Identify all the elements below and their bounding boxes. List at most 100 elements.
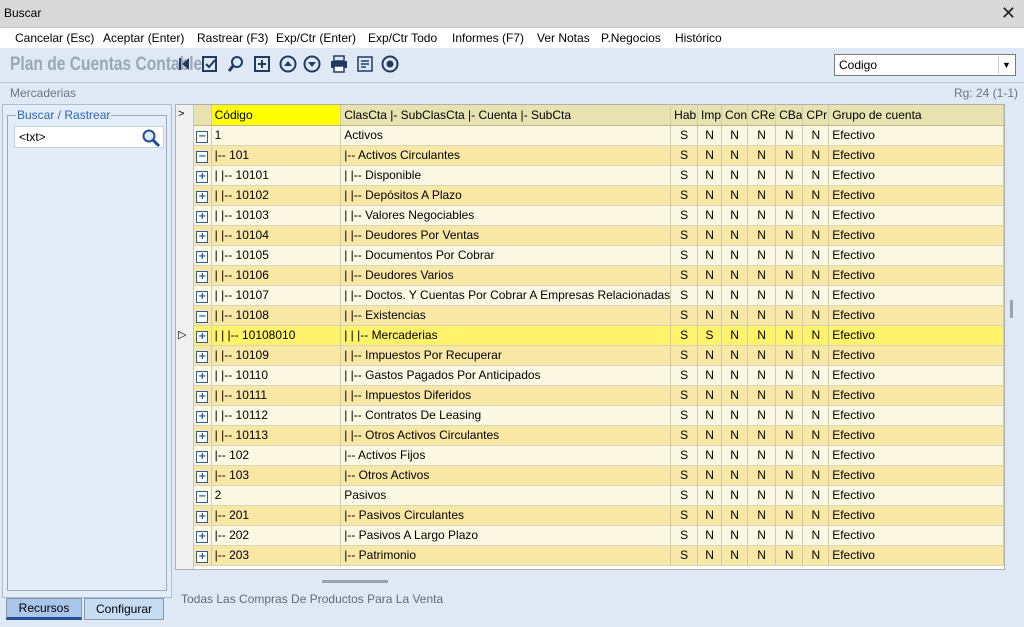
expander-cell[interactable]: + bbox=[194, 505, 212, 526]
expand-icon[interactable]: + bbox=[196, 470, 209, 483]
table-row[interactable]: −1 Activos S N N N N N Efectivo bbox=[194, 125, 1004, 146]
expander-cell[interactable]: + bbox=[194, 265, 212, 286]
scroll-grip[interactable] bbox=[1010, 300, 1013, 318]
search-icon[interactable] bbox=[141, 128, 161, 148]
table-row[interactable]: − |-- 101 |-- Activos Circulantes S N N N N N Efe… bbox=[194, 145, 1004, 166]
arrow-up-icon[interactable] bbox=[278, 54, 298, 74]
expand-icon[interactable]: + bbox=[196, 390, 209, 403]
expander-cell[interactable]: + bbox=[194, 345, 212, 366]
expander-cell[interactable]: − bbox=[194, 125, 212, 146]
arrow-down-icon[interactable] bbox=[302, 54, 322, 74]
table-row[interactable]: + | |-- 10104 | |-- Deudores Por Ventas S N N… bbox=[194, 225, 1004, 246]
expand-box-icon[interactable] bbox=[252, 54, 272, 74]
tab-configurar[interactable]: Configurar bbox=[84, 598, 164, 620]
target-icon[interactable] bbox=[380, 54, 400, 74]
table-row[interactable]: + | |-- 10111 | |-- Impuestos Diferidos S N N… bbox=[194, 385, 1004, 406]
menu-exp-ctr-todo[interactable]: Exp/Ctr Todo bbox=[368, 31, 437, 45]
collapse-icon[interactable]: − bbox=[196, 490, 209, 503]
expander-cell[interactable]: + bbox=[194, 165, 212, 186]
table-row[interactable]: + | |-- 10109 | |-- Impuestos Por Recupera… bbox=[194, 345, 1004, 366]
header-cba[interactable]: CBa bbox=[775, 105, 804, 126]
notes-icon[interactable] bbox=[355, 54, 375, 74]
expander-cell[interactable]: + bbox=[194, 405, 212, 426]
table-row[interactable]: + | |-- 10113 | |-- Otros Activos Circulan… bbox=[194, 425, 1004, 446]
collapse-icon[interactable]: − bbox=[196, 150, 209, 163]
order-select[interactable]: Codigo ▼ bbox=[834, 54, 1016, 76]
expander-cell[interactable]: − bbox=[194, 485, 212, 506]
expand-icon[interactable]: + bbox=[196, 410, 209, 423]
table-row[interactable]: + | |-- 10106 | |-- Deudores Varios S N N N N N E… bbox=[194, 265, 1004, 286]
table-row[interactable]: + | |-- 10112 | |-- Contratos De Leasing S N… bbox=[194, 405, 1004, 426]
header-codigo[interactable]: Código bbox=[211, 105, 342, 126]
header-grupo[interactable]: Grupo de cuenta bbox=[828, 105, 1004, 126]
expander-cell[interactable]: + bbox=[194, 285, 212, 306]
table-row[interactable]: − | |-- 10108 | |-- Existencias S N N N N N Efect… bbox=[194, 305, 1004, 326]
expander-cell[interactable]: + bbox=[194, 245, 212, 266]
header-cpr[interactable]: CPr bbox=[802, 105, 830, 126]
menu-rastrear[interactable]: Rastrear (F3) bbox=[197, 31, 268, 45]
expand-icon[interactable]: + bbox=[196, 250, 209, 263]
table-row[interactable]: + | |-- 10103 | |-- Valores Negociables S N N… bbox=[194, 205, 1004, 226]
menu-p-negocios[interactable]: P.Negocios bbox=[601, 31, 661, 45]
expander-cell[interactable]: + bbox=[194, 425, 212, 446]
search-icon[interactable] bbox=[226, 54, 246, 74]
expand-icon[interactable]: + bbox=[196, 330, 209, 343]
table-row[interactable]: + |-- 203 |-- Patrimonio S N N N N N Efectivo bbox=[194, 545, 1004, 566]
expander-cell[interactable]: + bbox=[194, 385, 212, 406]
expand-icon[interactable]: + bbox=[196, 350, 209, 363]
expand-icon[interactable]: + bbox=[196, 370, 209, 383]
expander-cell[interactable]: + bbox=[194, 545, 212, 566]
table-row[interactable]: + |-- 202 |-- Pasivos A Largo Plazo S N N N N N E… bbox=[194, 525, 1004, 546]
table-row[interactable]: −2 Pasivos S N N N N N Efectivo bbox=[194, 485, 1004, 506]
expander-cell[interactable]: + bbox=[194, 225, 212, 246]
menu-cancelar[interactable]: Cancelar (Esc) bbox=[15, 31, 94, 45]
edit-check-icon[interactable] bbox=[200, 54, 220, 74]
table-row[interactable]: + |-- 102 |-- Activos Fijos S N N N N N Efectivo bbox=[194, 445, 1004, 466]
expand-icon[interactable]: + bbox=[196, 450, 209, 463]
table-row[interactable]: + | |-- 10102 | |-- Depósitos A Plazo S N N N N… bbox=[194, 185, 1004, 206]
expander-cell[interactable]: + bbox=[194, 365, 212, 386]
expand-icon[interactable]: + bbox=[196, 430, 209, 443]
expander-cell[interactable]: + bbox=[194, 465, 212, 486]
menu-aceptar[interactable]: Aceptar (Enter) bbox=[103, 31, 184, 45]
expand-icon[interactable]: + bbox=[196, 190, 209, 203]
table-row[interactable]: + | |-- 10105 | |-- Documentos Por Cobrar S… bbox=[194, 245, 1004, 266]
expander-cell[interactable]: + bbox=[194, 205, 212, 226]
expander-cell[interactable]: + bbox=[194, 445, 212, 466]
expand-icon[interactable]: + bbox=[196, 290, 209, 303]
menu-ver-notas[interactable]: Ver Notas bbox=[537, 31, 590, 45]
expand-icon[interactable]: + bbox=[196, 210, 209, 223]
table-row[interactable]: + | | |-- 10108010 | | |-- Mercaderias S S N N… bbox=[194, 325, 1004, 346]
splitter-handle[interactable] bbox=[322, 580, 388, 583]
tab-recursos[interactable]: Recursos bbox=[6, 598, 82, 620]
menu-informes[interactable]: Informes (F7) bbox=[452, 31, 524, 45]
expander-cell[interactable]: + bbox=[194, 325, 212, 346]
back-arrow-icon[interactable] bbox=[176, 54, 196, 74]
table-row[interactable]: + | |-- 10110 | |-- Gastos Pagados Por Ant… bbox=[194, 365, 1004, 386]
menu-exp-ctr[interactable]: Exp/Ctr (Enter) bbox=[276, 31, 356, 45]
expander-cell[interactable]: + bbox=[194, 185, 212, 206]
expand-icon[interactable]: + bbox=[196, 170, 209, 183]
expand-icon[interactable]: + bbox=[196, 230, 209, 243]
table-row[interactable]: + | |-- 10107 | |-- Doctos. Y Cuentas Por … bbox=[194, 285, 1004, 306]
table-row[interactable]: + |-- 201 |-- Pasivos Circulantes S N N N N N Efe… bbox=[194, 505, 1004, 526]
menu-historico[interactable]: Histórico bbox=[675, 31, 722, 45]
close-icon[interactable]: ✕ bbox=[1001, 3, 1016, 24]
expand-icon[interactable]: + bbox=[196, 510, 209, 523]
collapse-icon[interactable]: − bbox=[196, 310, 209, 323]
expander-cell[interactable]: − bbox=[194, 145, 212, 166]
header-con[interactable]: Con bbox=[721, 105, 749, 126]
header-clascta[interactable]: ClasCta |- SubClasCta |- Cuenta |- SubCt… bbox=[340, 105, 672, 126]
print-icon[interactable] bbox=[329, 54, 349, 74]
expand-icon[interactable]: + bbox=[196, 550, 209, 563]
chevron-down-icon[interactable]: ▼ bbox=[998, 56, 1014, 74]
table-row[interactable]: + |-- 103 |-- Otros Activos S N N N N N Efectivo bbox=[194, 465, 1004, 486]
expand-icon[interactable]: + bbox=[196, 270, 209, 283]
header-imp[interactable]: Imp bbox=[697, 105, 723, 126]
expander-cell[interactable]: − bbox=[194, 305, 212, 326]
collapse-icon[interactable]: − bbox=[196, 130, 209, 143]
header-cre[interactable]: CRe bbox=[747, 105, 777, 126]
header-hab[interactable]: Hab bbox=[670, 105, 699, 126]
expander-cell[interactable]: + bbox=[194, 525, 212, 546]
table-row[interactable]: + | |-- 10101 | |-- Disponible S N N N N N Efecti… bbox=[194, 165, 1004, 186]
